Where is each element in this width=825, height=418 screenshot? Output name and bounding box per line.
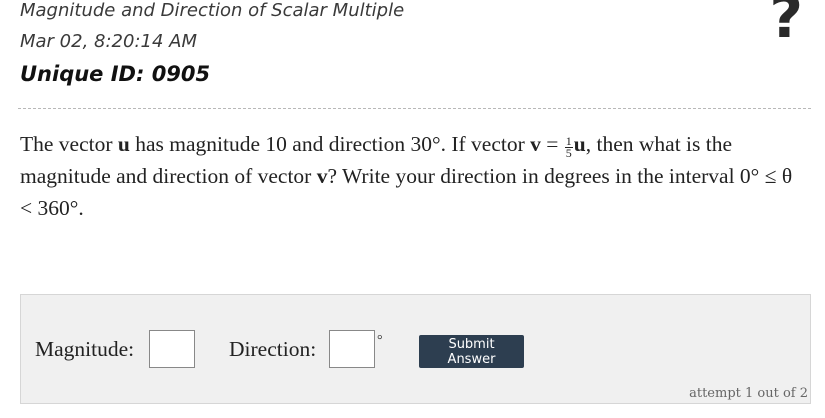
fraction: 15 — [564, 134, 573, 160]
vector-u: u — [117, 132, 130, 156]
direction-label: Direction: — [229, 337, 317, 361]
help-icon[interactable]: ? — [769, 0, 803, 46]
vector-v: v — [530, 132, 541, 156]
vector-v: v — [316, 164, 328, 188]
magnitude-label: Magnitude: — [35, 337, 135, 361]
answer-panel: Magnitude: Direction: ° Submit Answer at… — [20, 294, 811, 404]
attempt-counter: attempt 1 out of 2 — [689, 386, 808, 401]
unique-id: Unique ID: 0905 — [20, 62, 211, 86]
question-text: The vector u has magnitude 10 and direct… — [20, 132, 793, 220]
divider — [18, 108, 811, 109]
assignment-title: Magnitude and Direction of Scalar Multip… — [20, 0, 405, 21]
timestamp: Mar 02, 8:20:14 AM — [20, 31, 197, 52]
direction-input[interactable] — [329, 330, 375, 368]
magnitude-input[interactable] — [149, 330, 195, 368]
degree-symbol: ° — [377, 333, 383, 348]
vector-u: u — [573, 132, 586, 156]
submit-answer-button[interactable]: Submit Answer — [419, 335, 524, 368]
